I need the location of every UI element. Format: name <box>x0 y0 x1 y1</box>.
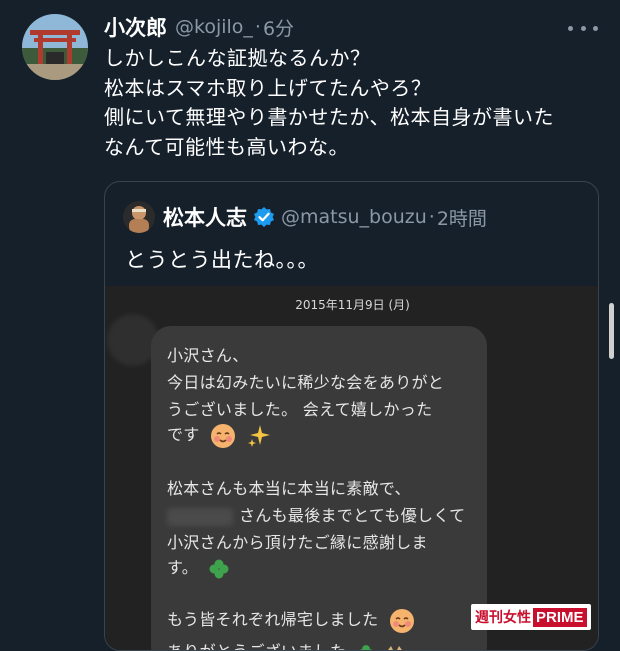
more-options-icon[interactable] <box>568 18 598 38</box>
sparkles-icon <box>246 423 272 449</box>
watermark-logo: 週刊女性 PRIME <box>471 604 591 630</box>
smiling-face-icon <box>388 607 416 635</box>
message-line-with-redaction: さんも最後までとても優しくて <box>167 502 465 526</box>
message-line: うございました。 会えて嬉しかった <box>167 396 432 420</box>
message-line-text: す。 <box>167 558 198 577</box>
message-line: 松本さんも本当に本当に素敵で、 <box>167 475 411 499</box>
message-line: 小沢さん、 <box>167 342 249 366</box>
message-date: 2015年11月9日 (月) <box>105 296 599 313</box>
message-line-text: ありがとうございました <box>167 642 346 651</box>
message-line-with-emoji: もう皆それぞれ帰宅しました <box>167 606 416 635</box>
quoted-tweet-timestamp[interactable]: 2時間 <box>437 204 487 231</box>
clover-icon <box>356 643 376 651</box>
message-line-with-emoji: す。 <box>167 554 231 581</box>
quoted-header-separator: · <box>429 206 435 228</box>
author-handle[interactable]: @kojilo_ <box>175 16 253 38</box>
message-line-with-emoji: です <box>167 421 272 450</box>
quoted-author-handle[interactable]: @matsu_bouzu <box>281 206 427 228</box>
scrollbar-thumb[interactable] <box>609 303 614 359</box>
watermark-part2: PRIME <box>533 608 587 627</box>
tweet-line: しかしこんな証拠なるんか？ <box>104 44 604 74</box>
message-line: 小沢さんから頂けたご縁に感謝しま <box>167 529 428 553</box>
author-name[interactable]: 小次郎 <box>104 12 167 42</box>
tweet-line: 松本はスマホ取り上げてたんやろ？ <box>104 74 604 104</box>
clover-icon <box>207 557 231 581</box>
verified-badge-icon <box>253 206 275 228</box>
redacted-name <box>167 508 233 526</box>
tweet-text: しかしこんな証拠なるんか？ 松本はスマホ取り上げてたんやろ？ 側にいて無理やり書… <box>104 44 604 162</box>
cat-icon <box>385 643 405 651</box>
tweet-timestamp[interactable]: 6分 <box>263 14 294 41</box>
tweet-line: 側にいて無理やり書かせたか、松本自身が書いた <box>104 103 604 133</box>
quoted-tweet[interactable]: 松本人志 @matsu_bouzu · 2時間 とうとう出たね。。。 2015年… <box>104 181 599 651</box>
header-separator: · <box>255 16 261 38</box>
tweet-header: 小次郎 @kojilo_ · 6分 <box>104 12 294 42</box>
quoted-author-name[interactable]: 松本人志 <box>163 202 247 232</box>
tweet-line: なんて可能性も高いわな。 <box>104 133 604 163</box>
smiling-face-icon <box>209 422 237 450</box>
message-bubble: 小沢さん、 今日は幻みたいに稀少な会をありがと うございました。 会えて嬉しかっ… <box>151 326 487 651</box>
quoted-tweet-text: とうとう出たね。。。 <box>125 244 319 274</box>
message-line-text: もう皆それぞれ帰宅しました <box>167 610 378 629</box>
message-line-text: です <box>167 425 200 444</box>
message-line: 今日は幻みたいに稀少な会をありがと <box>167 369 444 393</box>
author-avatar[interactable] <box>22 14 88 80</box>
message-line-with-emoji: ありがとうございました <box>167 638 405 651</box>
quoted-author-avatar[interactable] <box>123 201 155 233</box>
message-line-text: さんも最後までとても優しくて <box>239 506 465 525</box>
watermark-part1: 週刊女性 <box>475 607 531 627</box>
quoted-tweet-header: 松本人志 @matsu_bouzu · 2時間 <box>123 200 487 234</box>
attached-message-screenshot[interactable]: 2015年11月9日 (月) 小沢さん、 今日は幻みたいに稀少な会をありがと う… <box>105 286 599 651</box>
